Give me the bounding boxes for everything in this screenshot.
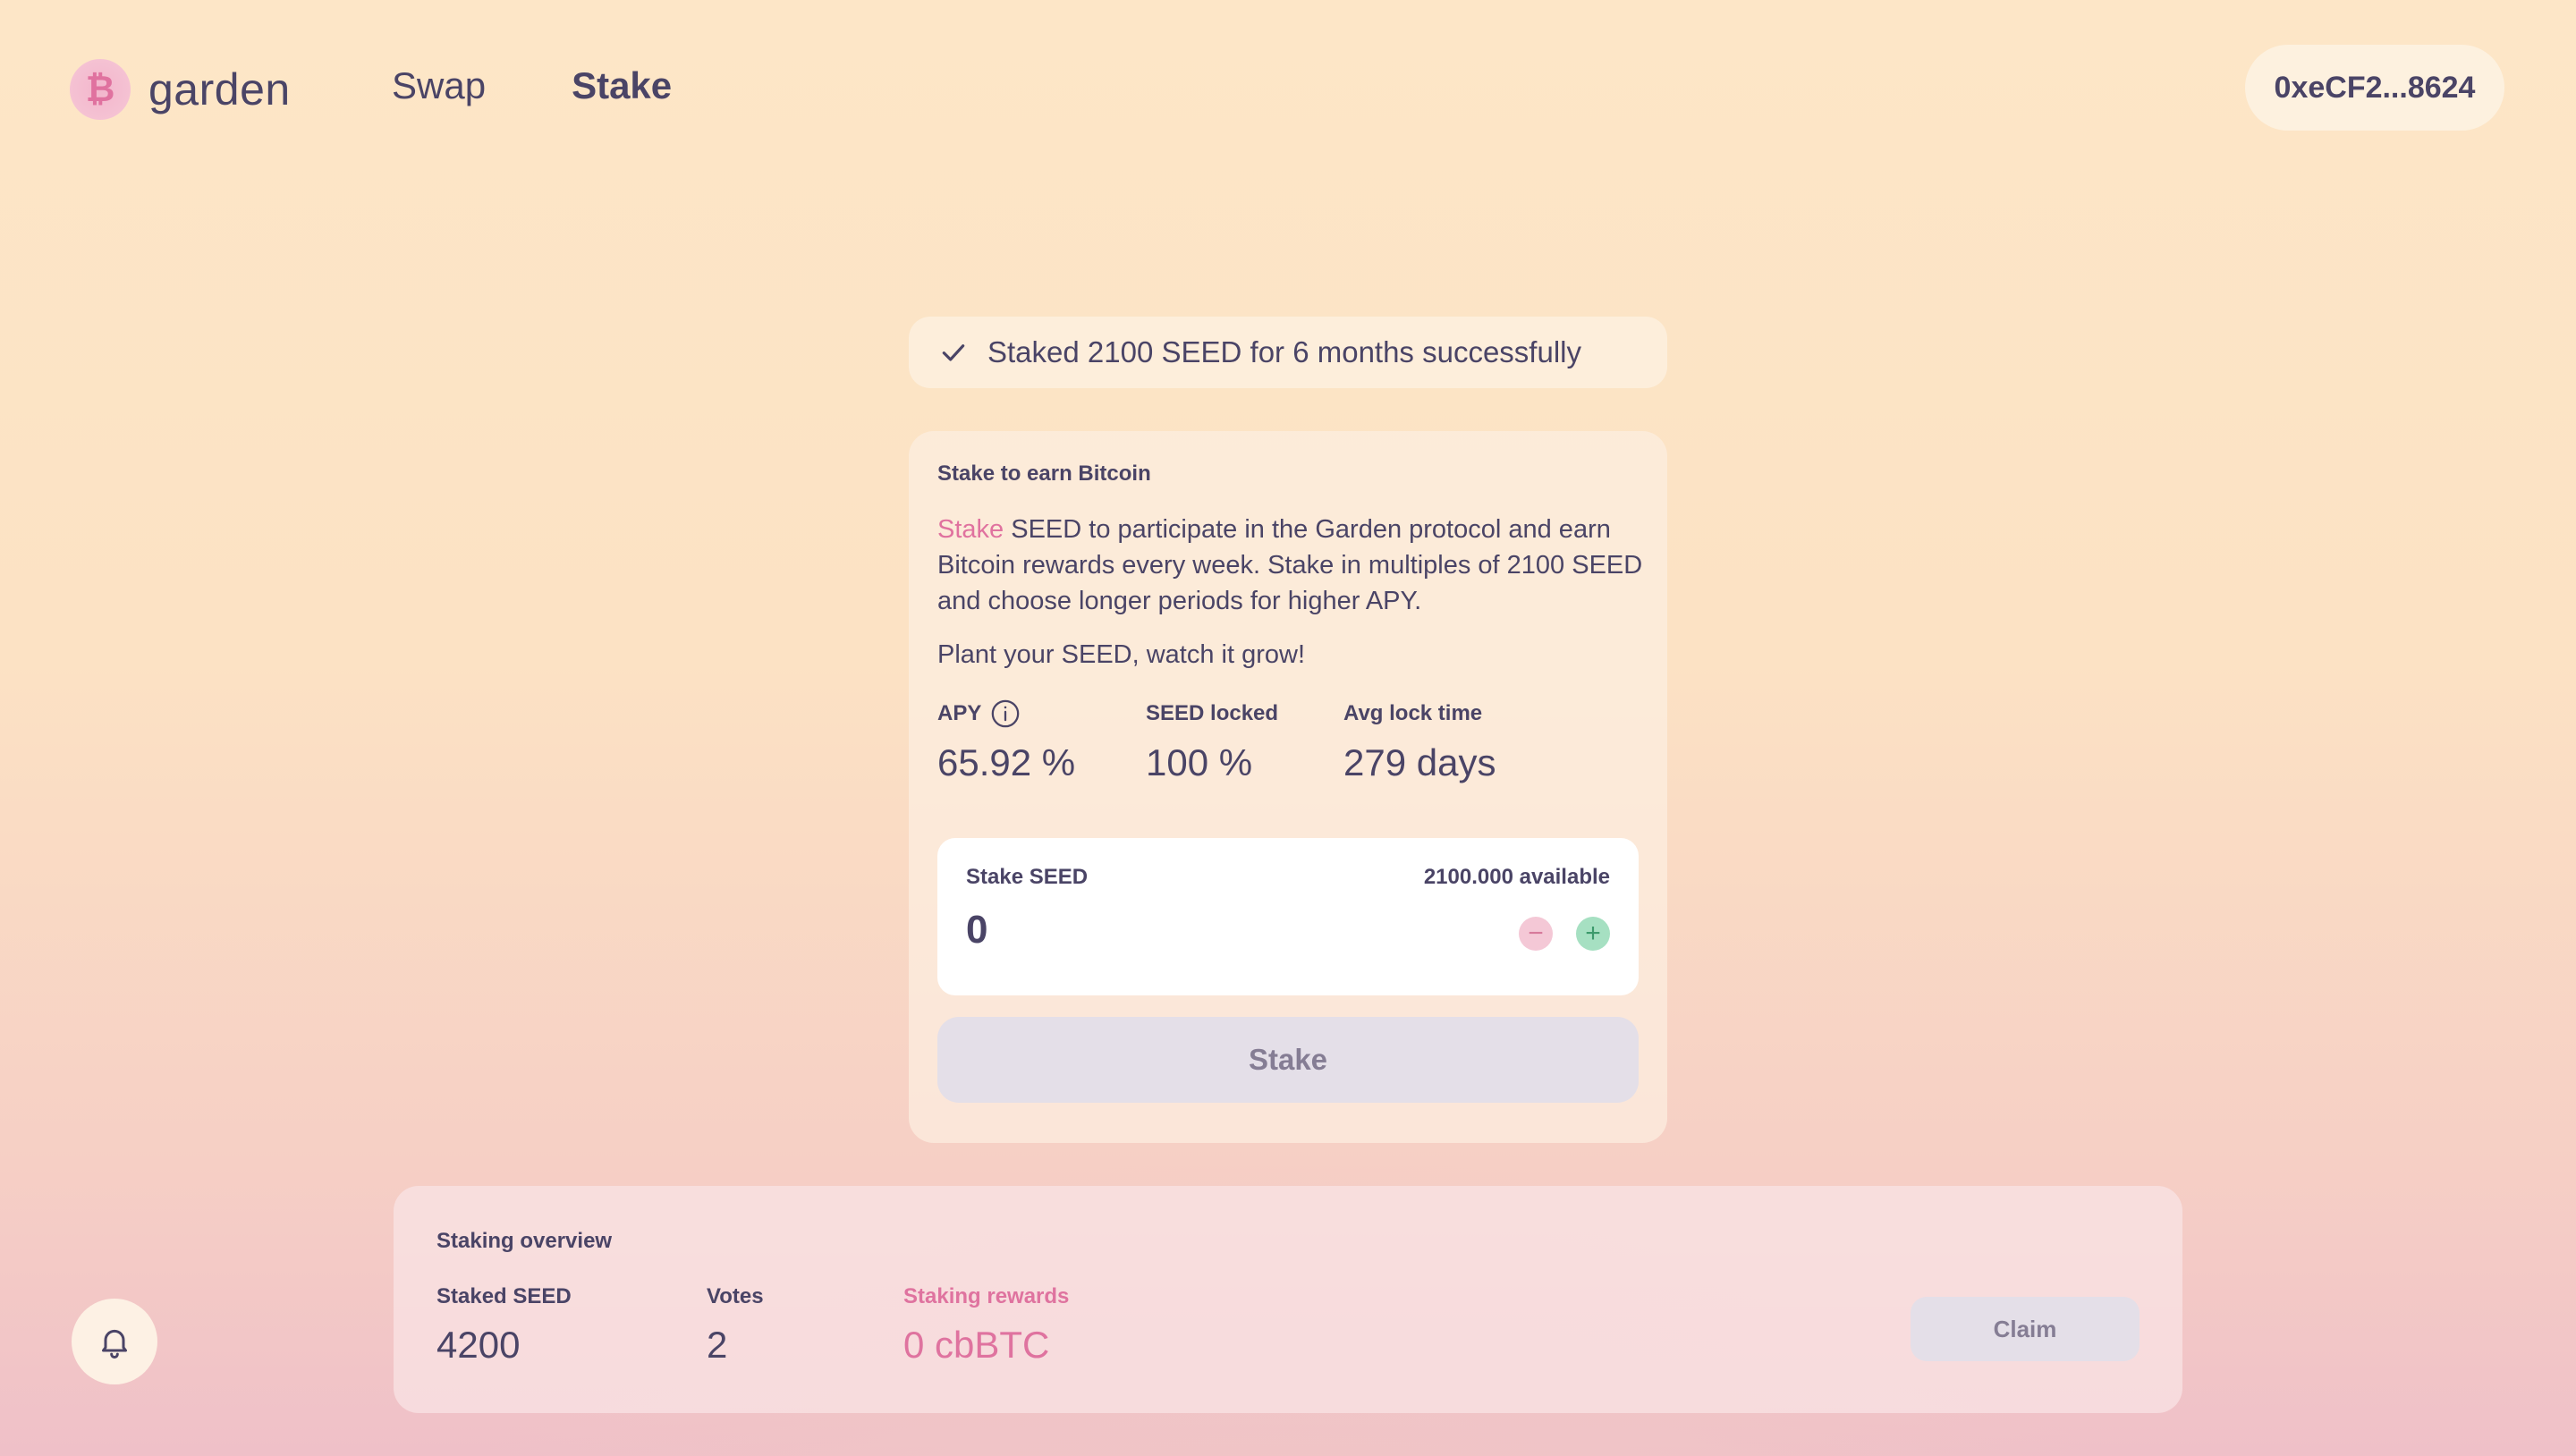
stake-tagline: Plant your SEED, watch it grow! [937,640,1305,669]
staking-rewards-label: Staking rewards [903,1284,1070,1308]
logo[interactable]: ₿ garden [70,59,291,120]
votes-value: 2 [707,1324,728,1366]
seed-locked-stat: SEED locked 100 % [1146,698,1343,784]
staked-seed-label: Staked SEED [436,1284,572,1308]
avg-lock-time-value: 279 days [1343,741,1496,783]
stake-description: Stake SEED to participate in the Garden … [937,512,1644,619]
nav-stake[interactable]: Stake [572,64,672,107]
staking-rewards-value: 0 cbBTC [903,1324,1050,1366]
nav-swap[interactable]: Swap [392,64,486,107]
claim-button[interactable]: Claim [1911,1297,2140,1361]
logo-text: garden [148,64,291,114]
seed-locked-label: SEED locked [1146,701,1279,725]
staked-seed-value: 4200 [436,1324,521,1366]
stake-stats: APY 65.92 % SEED locked 100 % Avg lock t… [937,698,1639,784]
decrease-button[interactable]: − [1519,917,1553,951]
staking-rewards-stat: Staking rewards 0 cbBTC [903,1284,1069,1367]
stake-button[interactable]: Stake [937,1017,1639,1103]
votes-label: Votes [707,1284,764,1308]
bitcoin-logo-icon: ₿ [70,59,131,120]
stake-seed-input-box: Stake SEED 2100.000 available 0 − + [937,838,1639,995]
check-icon [942,344,965,361]
bell-icon [102,1329,127,1359]
staking-overview: Staking overview Staked SEED 4200 Votes … [394,1186,2182,1413]
apy-label: APY [937,701,982,725]
avg-lock-time-stat: Avg lock time 279 days [1343,698,1496,784]
stake-highlight: Stake [937,515,1004,544]
stake-seed-label: Stake SEED [966,865,1089,889]
overview-title: Staking overview [436,1229,613,1253]
apy-stat: APY 65.92 % [937,698,1146,784]
seed-locked-value: 100 % [1146,741,1253,783]
apy-value: 65.92 % [937,741,1076,783]
available-balance[interactable]: 2100.000 available [1424,865,1610,890]
success-toast: Staked 2100 SEED for 6 months successful… [909,317,1667,388]
info-icon[interactable] [990,698,1021,729]
staked-seed-stat: Staked SEED 4200 [436,1284,707,1367]
notifications-button[interactable] [72,1299,157,1384]
avg-lock-time-label: Avg lock time [1343,701,1483,725]
stake-card-title: Stake to earn Bitcoin [937,461,1151,486]
increase-button[interactable]: + [1576,917,1610,951]
main-nav: Swap Stake [392,64,672,107]
votes-stat: Votes 2 [707,1284,903,1367]
quantity-stepper: − + [1519,917,1610,951]
wallet-address-button[interactable]: 0xeCF2...8624 [2245,45,2504,131]
stake-description-text: SEED to participate in the Garden protoc… [937,515,1643,615]
stake-amount-input[interactable]: 0 [966,908,1610,952]
toast-message: Staked 2100 SEED for 6 months successful… [987,335,1581,368]
stake-card: Stake to earn Bitcoin Stake SEED to part… [909,431,1667,1143]
